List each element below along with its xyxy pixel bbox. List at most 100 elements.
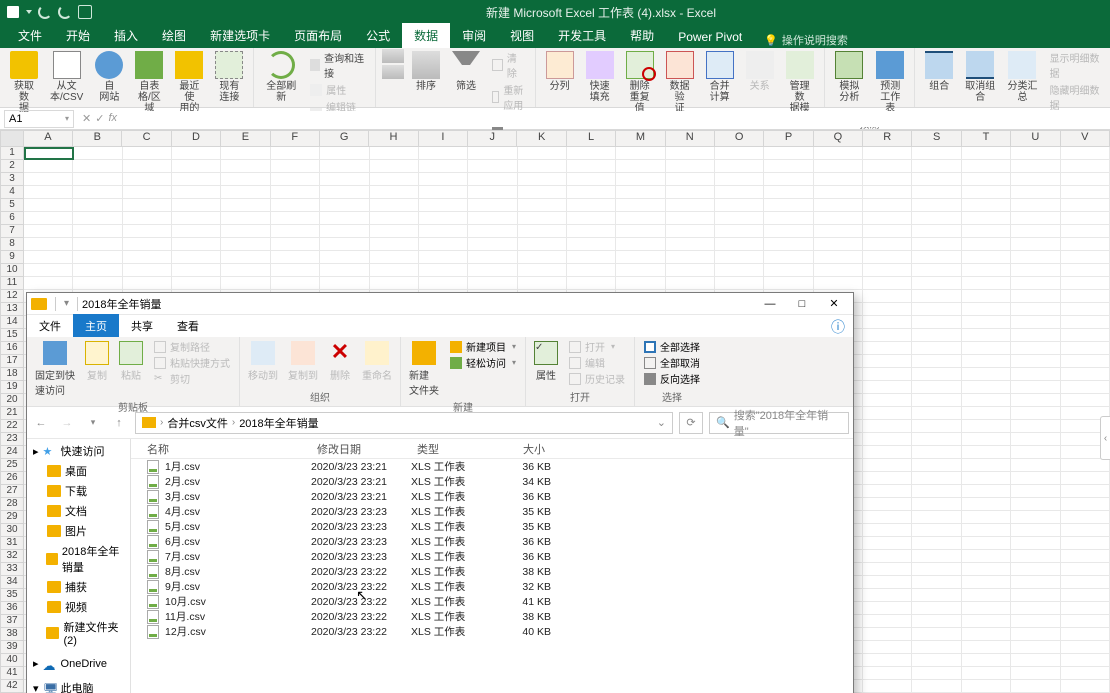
cell[interactable] <box>666 264 715 277</box>
nav-tree-item[interactable]: 视频 <box>27 597 130 617</box>
cell[interactable] <box>1061 654 1110 667</box>
cell[interactable] <box>370 251 419 264</box>
explorer-tab-文件[interactable]: 文件 <box>27 314 73 337</box>
row-header[interactable]: 17 <box>0 355 24 368</box>
cell[interactable] <box>172 238 221 251</box>
cell[interactable] <box>320 186 369 199</box>
cell[interactable] <box>419 251 468 264</box>
column-headers[interactable]: 名称 修改日期 类型 大小 <box>131 439 853 459</box>
nav-recent-button[interactable]: ▾ <box>83 413 103 433</box>
cell[interactable] <box>863 420 912 433</box>
sort-ascending-button[interactable] <box>382 49 404 63</box>
cell[interactable] <box>419 160 468 173</box>
cell[interactable] <box>863 563 912 576</box>
touch-mode-icon[interactable] <box>78 5 92 19</box>
cell[interactable] <box>912 147 961 160</box>
cell[interactable] <box>863 147 912 160</box>
cell[interactable] <box>73 277 122 290</box>
cell[interactable] <box>123 277 172 290</box>
cell[interactable] <box>962 238 1011 251</box>
breadcrumb-segment[interactable]: 合并csv文件 <box>167 415 228 431</box>
cell[interactable] <box>912 563 961 576</box>
cell[interactable] <box>1061 563 1110 576</box>
cell[interactable] <box>1061 186 1110 199</box>
cell[interactable] <box>123 147 172 160</box>
cell[interactable] <box>468 277 517 290</box>
cell[interactable] <box>764 238 813 251</box>
row-header[interactable]: 10 <box>0 264 24 277</box>
search-input[interactable]: 🔍搜索"2018年全年销量" <box>709 412 849 434</box>
tab-插入[interactable]: 插入 <box>102 23 150 48</box>
cell[interactable] <box>616 199 665 212</box>
cell[interactable] <box>271 264 320 277</box>
cell[interactable] <box>221 199 270 212</box>
cell[interactable] <box>1011 381 1060 394</box>
cell[interactable] <box>863 173 912 186</box>
cell[interactable] <box>912 342 961 355</box>
cell[interactable] <box>419 277 468 290</box>
file-row[interactable]: 12月.csv2020/3/23 23:22XLS 工作表40 KB <box>131 624 853 639</box>
cell[interactable] <box>912 498 961 511</box>
cell[interactable] <box>567 199 616 212</box>
cell[interactable] <box>715 264 764 277</box>
cell[interactable] <box>518 199 567 212</box>
cell[interactable] <box>567 238 616 251</box>
row-header[interactable]: 32 <box>0 550 24 563</box>
cell[interactable] <box>419 186 468 199</box>
row-header[interactable]: 20 <box>0 394 24 407</box>
cell[interactable] <box>320 277 369 290</box>
cell[interactable] <box>863 524 912 537</box>
cell[interactable] <box>567 212 616 225</box>
cell[interactable] <box>962 264 1011 277</box>
cell[interactable] <box>616 160 665 173</box>
cell[interactable] <box>962 355 1011 368</box>
cell[interactable] <box>123 225 172 238</box>
column-header[interactable]: B <box>73 130 122 147</box>
cell[interactable] <box>1061 602 1110 615</box>
cell[interactable] <box>616 225 665 238</box>
cell[interactable] <box>715 238 764 251</box>
row-header[interactable]: 1 <box>0 147 24 160</box>
tab-视图[interactable]: 视图 <box>498 23 546 48</box>
queries-connections-item[interactable]: 查询和连接 <box>306 49 369 81</box>
get-data-item[interactable]: 从文 本/CSV <box>46 49 87 105</box>
cell[interactable] <box>962 628 1011 641</box>
cell[interactable] <box>666 251 715 264</box>
cell[interactable] <box>912 602 961 615</box>
cell[interactable] <box>221 225 270 238</box>
cell[interactable] <box>172 264 221 277</box>
cell[interactable] <box>370 147 419 160</box>
column-header[interactable]: A <box>24 130 73 147</box>
cell[interactable] <box>912 550 961 563</box>
cell[interactable] <box>616 186 665 199</box>
cell[interactable] <box>1061 264 1110 277</box>
cell[interactable] <box>271 199 320 212</box>
cell[interactable] <box>912 212 961 225</box>
column-header[interactable]: I <box>419 130 468 147</box>
get-data-item[interactable]: 自 网站 <box>91 49 127 105</box>
cell[interactable] <box>912 641 961 654</box>
cell[interactable] <box>764 173 813 186</box>
data-tool-item[interactable]: 数据验 证 <box>662 49 698 116</box>
cell[interactable] <box>1011 277 1060 290</box>
cell[interactable] <box>172 251 221 264</box>
nav-up-button[interactable]: ↑ <box>109 413 129 433</box>
forecast-item[interactable]: 模拟分析 <box>831 49 869 105</box>
cell[interactable] <box>912 654 961 667</box>
cell[interactable] <box>863 498 912 511</box>
cell[interactable] <box>863 225 912 238</box>
cell[interactable] <box>863 238 912 251</box>
cell[interactable] <box>863 576 912 589</box>
cell[interactable] <box>666 160 715 173</box>
cell[interactable] <box>912 667 961 680</box>
col-name[interactable]: 名称 <box>131 441 311 457</box>
cell[interactable] <box>1011 459 1060 472</box>
cell[interactable] <box>320 251 369 264</box>
cell[interactable] <box>370 277 419 290</box>
cell[interactable] <box>320 147 369 160</box>
cell[interactable] <box>912 264 961 277</box>
cell[interactable] <box>518 212 567 225</box>
cell[interactable] <box>221 186 270 199</box>
cell[interactable] <box>715 173 764 186</box>
row-header[interactable]: 27 <box>0 485 24 498</box>
